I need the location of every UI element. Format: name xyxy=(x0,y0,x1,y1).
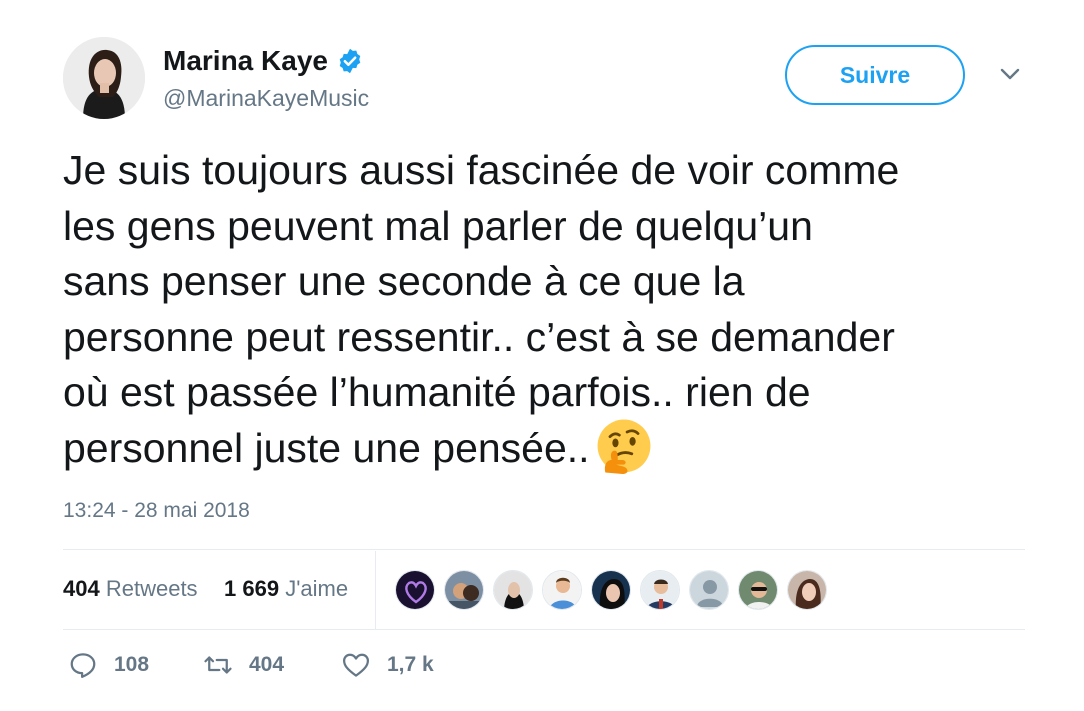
liker-avatar[interactable] xyxy=(640,570,680,610)
retweets-stat[interactable]: 404 Retweets xyxy=(63,576,198,602)
like-button[interactable]: 1,7 k xyxy=(341,650,434,680)
likes-label: J'aime xyxy=(285,576,349,601)
likes-count: 1 669 xyxy=(224,576,280,601)
stats-separator xyxy=(375,551,376,629)
retweet-button[interactable]: 404 xyxy=(203,650,284,680)
thinking-face-icon xyxy=(597,419,651,474)
user-name[interactable]: Marina Kaye xyxy=(163,45,328,77)
retweet-icon xyxy=(204,656,232,674)
heart-icon xyxy=(343,653,369,677)
tweet-text: Je suis toujours aussi fascinée de voir … xyxy=(63,143,1033,476)
liker-avatar[interactable] xyxy=(591,570,631,610)
like-count: 1,7 k xyxy=(387,653,434,676)
retweets-count: 404 xyxy=(63,576,100,601)
tweet-header: Marina Kaye @MarinaKayeMusic Suivre xyxy=(63,37,1025,121)
liker-avatar[interactable] xyxy=(738,570,778,610)
tweet-body: Je suis toujours aussi fascinée de voir … xyxy=(63,147,900,471)
divider xyxy=(63,549,1025,550)
liker-avatar[interactable] xyxy=(542,570,582,610)
user-avatar[interactable] xyxy=(63,37,145,119)
reply-icon xyxy=(70,653,96,678)
liker-avatar[interactable] xyxy=(787,570,827,610)
tweet-stats: 404 Retweets 1 669 J'aime xyxy=(63,551,1025,629)
likes-stat[interactable]: 1 669 J'aime xyxy=(224,576,348,602)
tweet-actions: 108 404 1,7 k xyxy=(63,650,663,694)
verified-badge-icon xyxy=(339,48,361,74)
liker-avatar[interactable] xyxy=(689,570,729,610)
retweets-label: Retweets xyxy=(105,576,198,601)
retweet-count: 404 xyxy=(249,653,285,676)
chevron-down-icon[interactable] xyxy=(1000,67,1020,81)
reply-button[interactable]: 108 xyxy=(68,650,149,680)
liker-avatar[interactable] xyxy=(444,570,484,610)
tweet-timestamp[interactable]: 13:24 - 28 mai 2018 xyxy=(63,499,250,523)
user-handle[interactable]: @MarinaKayeMusic xyxy=(163,85,369,112)
user-name-row: Marina Kaye xyxy=(163,45,364,77)
divider xyxy=(63,629,1025,630)
reply-count: 108 xyxy=(114,653,150,676)
follow-button[interactable]: Suivre xyxy=(785,45,965,105)
liker-avatar[interactable] xyxy=(395,570,435,610)
likers-avatars xyxy=(395,570,836,610)
liker-avatar[interactable] xyxy=(493,570,533,610)
